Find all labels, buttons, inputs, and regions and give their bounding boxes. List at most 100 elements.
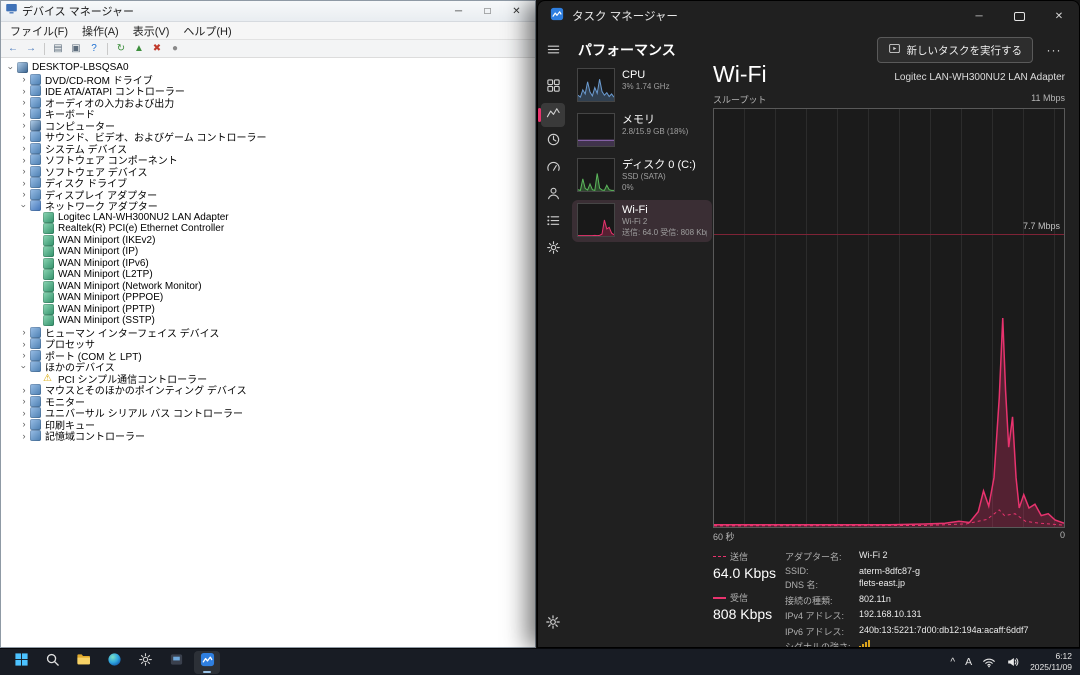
settings-button[interactable] [132, 651, 158, 674]
tree-item[interactable]: WAN Miniport (IPv6) [4, 258, 535, 270]
console-tree-icon[interactable]: ▤ [50, 41, 66, 56]
expand-arrow-icon[interactable]: › [19, 143, 29, 153]
scan-hardware-icon[interactable]: ↻ [113, 41, 129, 56]
menu-item-表示(V)[interactable]: 表示(V) [126, 22, 177, 40]
expand-arrow-icon[interactable]: › [19, 419, 29, 429]
maximize-button[interactable]: □ [473, 2, 502, 21]
details-icon [546, 213, 561, 233]
processes-icon [546, 78, 561, 98]
ime-indicator[interactable]: A [965, 656, 972, 668]
card-subtitle: 0% [622, 183, 696, 193]
close-button[interactable]: ✕ [502, 2, 531, 21]
back-icon[interactable]: ← [5, 41, 21, 56]
tree-item-label: Realtek(R) PCI(e) Ethernet Controller [58, 223, 224, 234]
performance-nav-item[interactable] [541, 103, 565, 127]
uninstall-icon[interactable]: ✖ [149, 41, 165, 56]
clock[interactable]: 6:12 2025/11/09 [1030, 651, 1072, 673]
update-driver-icon[interactable]: ▲ [131, 41, 147, 56]
close-button[interactable]: ✕ [1039, 1, 1079, 31]
wifi-icon[interactable] [982, 655, 996, 669]
menu-item-ヘルプ(H)[interactable]: ヘルプ(H) [176, 22, 238, 40]
volume-icon[interactable] [1006, 655, 1020, 669]
run-new-task-button[interactable]: 新しいタスクを実行する [877, 37, 1034, 63]
tree-item[interactable]: WAN Miniport (Network Monitor) [4, 281, 535, 293]
help-icon[interactable]: ? [86, 41, 102, 56]
collapse-arrow-icon[interactable]: › [19, 201, 29, 211]
processes-nav-item[interactable] [541, 76, 565, 100]
expand-arrow-icon[interactable]: › [19, 339, 29, 349]
app-button[interactable] [163, 651, 189, 674]
edge-button[interactable] [101, 651, 127, 674]
collapse-arrow-icon[interactable]: › [19, 362, 29, 372]
disable-icon[interactable]: ● [167, 41, 183, 56]
expand-arrow-icon[interactable]: › [19, 109, 29, 119]
run-task-icon [888, 42, 901, 58]
forward-icon[interactable]: → [23, 41, 39, 56]
tree-item-label: WAN Miniport (PPPOE) [58, 292, 163, 303]
task-manager-icon [550, 7, 564, 26]
tree-item[interactable]: ›ネットワーク アダプター [4, 200, 535, 212]
services-nav-item[interactable] [541, 238, 565, 262]
tree-item[interactable]: WAN Miniport (IP) [4, 246, 535, 258]
expand-arrow-icon[interactable]: › [19, 431, 29, 441]
detail-value: flets-east.jp [859, 578, 1029, 591]
tree-item[interactable]: Realtek(R) PCI(e) Ethernet Controller [4, 223, 535, 235]
expand-arrow-icon[interactable]: › [19, 189, 29, 199]
performance-card-wifi[interactable]: Wi-FiWi-Fi 2送信: 64.0 受信: 808 Kbp [572, 200, 712, 242]
network-adapter-icon [43, 258, 54, 269]
task-manager-icon [200, 652, 215, 672]
properties-icon[interactable]: ▣ [68, 41, 84, 56]
keyboard-icon [30, 108, 41, 119]
file-explorer-button[interactable] [70, 651, 96, 674]
settings-nav-item[interactable] [541, 612, 565, 636]
collapse-arrow-icon[interactable]: › [6, 63, 16, 73]
expand-arrow-icon[interactable]: › [19, 327, 29, 337]
minimize-button[interactable]: ─ [444, 2, 473, 21]
performance-card-disk[interactable]: ディスク 0 (C:)SSD (SATA)0% [572, 155, 712, 197]
performance-card-cpu[interactable]: CPU3% 1.74 GHz [572, 65, 712, 107]
tree-item[interactable]: WAN Miniport (PPTP) [4, 304, 535, 316]
print-queue-icon [30, 419, 41, 430]
tree-item-label: WAN Miniport (Network Monitor) [58, 281, 202, 292]
task-manager-titlebar[interactable]: タスク マネージャー ─ ✕ [538, 1, 1079, 31]
tree-item[interactable]: Logitec LAN-WH300NU2 LAN Adapter [4, 212, 535, 224]
app-history-nav-item[interactable] [541, 130, 565, 154]
card-subtitle: Wi-Fi 2 [622, 217, 707, 227]
expand-arrow-icon[interactable]: › [19, 86, 29, 96]
menu-item-操作(A)[interactable]: 操作(A) [75, 22, 126, 40]
expand-arrow-icon[interactable]: › [19, 396, 29, 406]
expand-arrow-icon[interactable]: › [19, 408, 29, 418]
expand-arrow-icon[interactable]: › [19, 155, 29, 165]
expand-arrow-icon[interactable]: › [19, 178, 29, 188]
performance-icon [546, 105, 561, 125]
tray-overflow-chevron-icon[interactable]: ^ [950, 657, 955, 668]
expand-arrow-icon[interactable]: › [19, 97, 29, 107]
detail-label: DNS 名: [785, 578, 849, 591]
expand-arrow-icon[interactable]: › [19, 120, 29, 130]
menu-icon [546, 42, 561, 62]
tree-item[interactable]: WAN Miniport (PPPOE) [4, 292, 535, 304]
startup-apps-nav-item[interactable] [541, 157, 565, 181]
expand-arrow-icon[interactable]: › [19, 350, 29, 360]
expand-arrow-icon[interactable]: › [19, 132, 29, 142]
expand-arrow-icon[interactable]: › [19, 385, 29, 395]
expand-arrow-icon[interactable]: › [19, 166, 29, 176]
tree-item[interactable]: ›記憶域コントローラー [4, 430, 535, 442]
minimize-button[interactable]: ─ [959, 1, 999, 31]
disk-mini-chart [577, 158, 615, 192]
users-nav-item[interactable] [541, 184, 565, 208]
performance-card-memory[interactable]: メモリ2.8/15.9 GB (18%) [572, 110, 712, 152]
start-button[interactable] [8, 651, 34, 674]
tree-item[interactable]: WAN Miniport (L2TP) [4, 269, 535, 281]
search-button[interactable] [39, 651, 65, 674]
menu-nav-item[interactable] [541, 40, 565, 64]
more-options-button[interactable]: ··· [1041, 43, 1067, 57]
maximize-button[interactable] [999, 1, 1039, 31]
menu-item-ファイル(F)[interactable]: ファイル(F) [3, 22, 75, 40]
task-manager-button[interactable] [194, 651, 220, 674]
expand-arrow-icon[interactable]: › [19, 74, 29, 84]
tree-item[interactable]: WAN Miniport (IKEv2) [4, 235, 535, 247]
details-nav-item[interactable] [541, 211, 565, 235]
network-adapter-icon [43, 304, 54, 315]
device-manager-titlebar[interactable]: デバイス マネージャー ─ □ ✕ [1, 1, 535, 22]
